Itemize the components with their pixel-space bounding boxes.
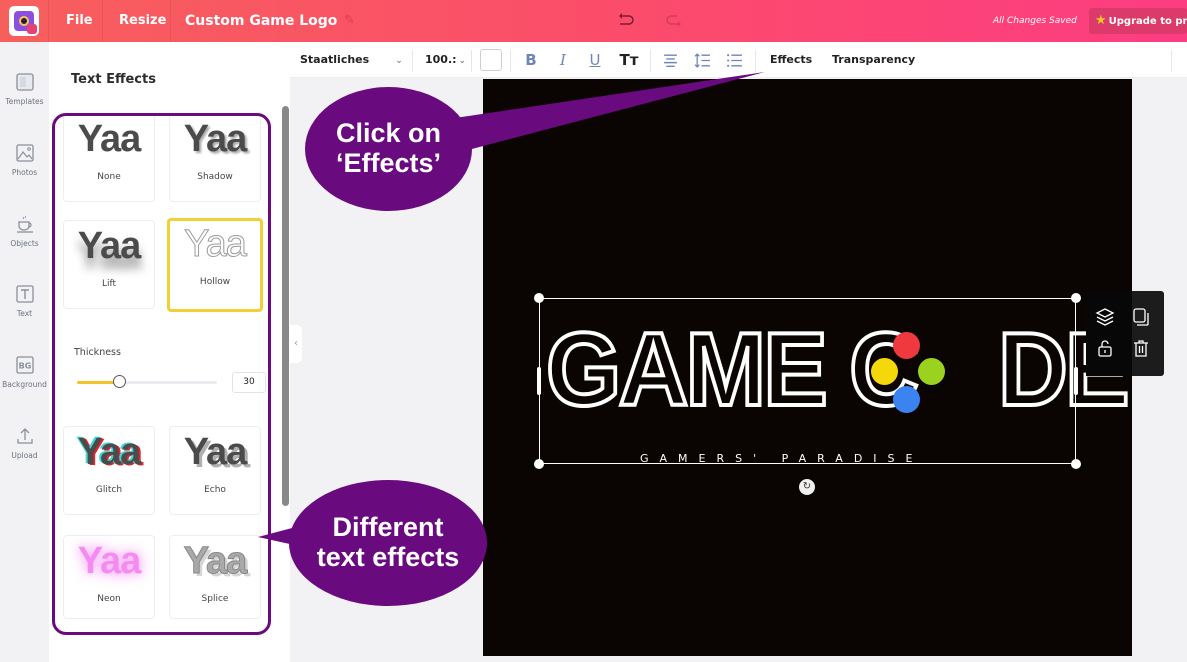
rail-item-objects[interactable]: Objects bbox=[0, 214, 49, 248]
divider bbox=[412, 50, 413, 72]
rail-item-templates[interactable]: Templates bbox=[0, 72, 49, 106]
text-color-swatch[interactable] bbox=[480, 49, 502, 71]
callout-line: Different bbox=[332, 512, 444, 542]
font-size-select[interactable]: 100.: ⌄ bbox=[425, 42, 466, 78]
file-menu[interactable]: File bbox=[66, 0, 93, 42]
font-size-value: 100.: bbox=[425, 53, 457, 66]
divider bbox=[170, 0, 171, 42]
element-actions bbox=[1086, 291, 1164, 376]
panel-title: Text Effects bbox=[71, 72, 156, 87]
layers-icon[interactable] bbox=[1095, 307, 1115, 327]
effects-highlight-frame bbox=[52, 113, 271, 635]
duplicate-icon[interactable] bbox=[1131, 307, 1151, 327]
transparency-button[interactable]: Transparency bbox=[832, 42, 915, 78]
document-title[interactable]: Custom Game Logo bbox=[185, 0, 337, 42]
photos-icon bbox=[15, 144, 34, 162]
edit-title-icon[interactable]: ✎ bbox=[344, 13, 358, 28]
resize-handle-top-right[interactable] bbox=[1071, 293, 1081, 303]
upgrade-label: Upgrade to pro bbox=[1108, 16, 1187, 27]
app-logo[interactable] bbox=[9, 6, 39, 36]
actions-bg bbox=[1086, 291, 1132, 376]
align-center-icon[interactable] bbox=[662, 52, 679, 69]
divider bbox=[510, 50, 511, 72]
rail-label: Upload bbox=[11, 451, 38, 460]
resize-menu[interactable]: Resize bbox=[119, 0, 166, 42]
star-icon: ★ bbox=[1095, 13, 1107, 28]
callout-line: text effects bbox=[316, 542, 460, 572]
divider bbox=[471, 50, 472, 72]
svg-text:BG: BG bbox=[18, 362, 31, 371]
resize-handle-top-left[interactable] bbox=[534, 293, 544, 303]
text-case-button[interactable]: Tт bbox=[618, 42, 640, 78]
font-family-select[interactable]: Staatliches ⌄ bbox=[300, 42, 403, 78]
rail-item-background[interactable]: BG Background bbox=[0, 355, 49, 389]
objects-icon bbox=[16, 215, 33, 233]
chevron-down-icon: ⌄ bbox=[458, 56, 467, 66]
selection-box bbox=[539, 298, 1076, 464]
resize-handle-left[interactable] bbox=[537, 367, 541, 395]
redo-icon[interactable] bbox=[664, 10, 684, 30]
text-icon bbox=[15, 285, 34, 303]
delete-icon[interactable] bbox=[1131, 338, 1151, 358]
effects-button[interactable]: Effects bbox=[770, 42, 812, 78]
divider bbox=[650, 50, 651, 72]
list-icon[interactable] bbox=[726, 52, 743, 69]
resize-handle-bottom-right[interactable] bbox=[1071, 459, 1081, 469]
badge-icon bbox=[27, 24, 37, 34]
resize-handle-bottom-left[interactable] bbox=[534, 459, 544, 469]
rail-label: Text bbox=[16, 309, 33, 318]
rail-item-upload[interactable]: Upload bbox=[0, 426, 49, 460]
rotate-handle[interactable]: ↻ bbox=[799, 479, 815, 495]
text-toolbar: Staatliches ⌄ 100.: ⌄ B I U Tт Effects Tra… bbox=[290, 42, 1187, 78]
rail-label: Templates bbox=[5, 97, 44, 106]
collapse-panel-button[interactable]: ‹ bbox=[290, 325, 302, 363]
divider bbox=[1171, 50, 1172, 72]
templates-icon bbox=[15, 73, 34, 91]
callout-line: ‘Effects’ bbox=[335, 148, 442, 178]
left-rail: Templates Photos Objects Text BG Backgro… bbox=[0, 42, 49, 662]
italic-button[interactable]: I bbox=[554, 42, 572, 78]
rail-item-photos[interactable]: Photos bbox=[0, 143, 49, 177]
undo-icon[interactable] bbox=[616, 10, 636, 30]
line-spacing-icon[interactable] bbox=[694, 52, 711, 69]
resize-handle-right[interactable] bbox=[1074, 367, 1078, 395]
bold-button[interactable]: B bbox=[522, 42, 540, 78]
rail-label: Objects bbox=[10, 239, 39, 248]
rail-label: Background bbox=[2, 380, 47, 389]
effects-callout: Click on ‘Effects’ bbox=[305, 87, 472, 211]
panel-scrollbar[interactable] bbox=[282, 106, 289, 506]
rail-item-text[interactable]: Text bbox=[0, 284, 49, 318]
font-family-value: Staatliches bbox=[300, 53, 370, 66]
unlock-icon[interactable] bbox=[1095, 338, 1115, 358]
divider bbox=[102, 0, 103, 42]
divider bbox=[48, 0, 49, 42]
rail-label: Photos bbox=[11, 168, 38, 177]
save-status: All Changes Saved bbox=[993, 16, 1077, 26]
text-effects-panel: Text Effects Yaa None Yaa Shadow Yaa Lif… bbox=[49, 42, 290, 662]
underline-button[interactable]: U bbox=[586, 42, 604, 78]
background-icon: BG bbox=[15, 356, 34, 374]
upgrade-button[interactable]: ★ Upgrade to pro bbox=[1089, 8, 1187, 34]
text-effects-callout: Different text effects bbox=[289, 480, 487, 606]
callout-line: Click on bbox=[335, 118, 442, 148]
top-bar: File Resize Custom Game Logo ✎ All Chang… bbox=[0, 0, 1187, 42]
divider bbox=[755, 50, 756, 72]
upload-icon bbox=[16, 428, 33, 444]
chevron-down-icon: ⌄ bbox=[395, 56, 403, 66]
